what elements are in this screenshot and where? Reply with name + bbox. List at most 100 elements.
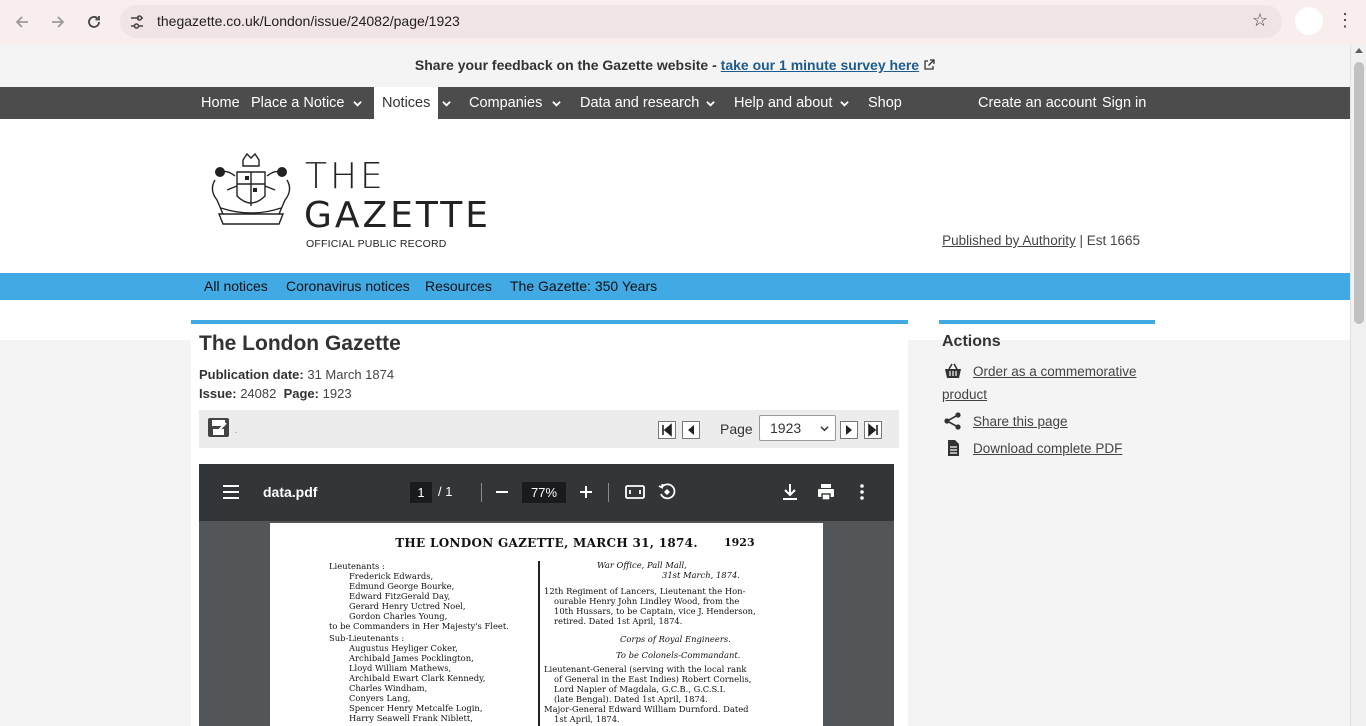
actions-heading: Actions (942, 333, 1001, 350)
gazette-text-line: Augustus Heyliger Coker, (349, 643, 458, 653)
download-pdf-link[interactable]: Download complete PDF (973, 441, 1122, 456)
subnav-resources[interactable]: Resources (425, 273, 492, 300)
gazette-text-line: Archibald Ewart Clark Kennedy, (349, 673, 486, 683)
print-icon[interactable] (815, 481, 837, 503)
scrollbar-thumb[interactable] (1354, 62, 1364, 324)
actions-panel: Actions Order as a commemorative product… (939, 320, 1155, 726)
page-select-value: 1923 (770, 420, 802, 436)
chevron-down-icon[interactable] (706, 99, 715, 108)
pdf-page-input[interactable]: 1 (410, 482, 432, 503)
back-icon[interactable] (8, 8, 36, 36)
last-page-button[interactable] (864, 421, 882, 439)
gazette-text-line: of General in the East Indies) Robert Co… (554, 674, 752, 684)
save-notice-icon[interactable] (207, 417, 231, 439)
issue-value: 24082 (240, 386, 277, 401)
create-account-link[interactable]: Create an account (978, 87, 1097, 119)
share-page-link[interactable]: Share this page (973, 414, 1068, 429)
more-options-icon[interactable] (851, 481, 873, 503)
first-page-button[interactable] (658, 421, 676, 439)
logo-text-the: THE (305, 156, 386, 197)
bookmark-star-icon[interactable]: ☆ (1252, 10, 1268, 31)
page-select[interactable]: 1923 (759, 415, 836, 441)
share-icon (944, 412, 961, 430)
gazette-text-line: Gerard Henry Uctred Noel, (349, 601, 466, 611)
chevron-down-icon[interactable] (442, 99, 451, 108)
masthead: THE GAZETTE OFFICIAL PUBLIC RECORD Publi… (0, 119, 1350, 273)
chevron-down-icon[interactable] (552, 99, 561, 108)
fit-to-page-icon[interactable] (624, 481, 646, 503)
zoom-in-icon[interactable] (575, 481, 597, 503)
logo-subtitle: OFFICIAL PUBLIC RECORD (306, 238, 447, 250)
rotate-icon[interactable] (656, 481, 678, 503)
browser-menu-icon[interactable]: ⋮ (1336, 10, 1354, 31)
profile-avatar[interactable] (1295, 7, 1323, 35)
nav-companies[interactable]: Companies (469, 87, 542, 119)
next-page-button[interactable] (840, 421, 858, 439)
site-settings-icon[interactable] (128, 13, 146, 31)
sign-in-link[interactable]: Sign in (1102, 87, 1146, 119)
publication-date: Publication date: 31 March 1874 (199, 367, 394, 382)
pdf-zoom-input[interactable]: 77% (522, 482, 566, 503)
gazette-text-line: 12th Regiment of Lancers, Lieutenant the… (544, 586, 746, 596)
chevron-down-icon[interactable] (353, 99, 362, 108)
survey-link[interactable]: take our 1 minute survey here (721, 57, 919, 73)
gazette-text-line: 10th Hussars, to be Captain, vice J. Hen… (554, 606, 756, 616)
gazette-text-line: ourable Henry John Lindley Wood, from th… (554, 596, 740, 606)
publication-date-value: 31 March 1874 (307, 367, 395, 382)
reload-icon[interactable] (80, 8, 108, 36)
gazette-text-line: Gordon Charles Young, (349, 611, 448, 621)
nav-home[interactable]: Home (201, 87, 240, 119)
subnav-coronavirus-notices[interactable]: Coronavirus notices (286, 273, 410, 300)
previous-page-button[interactable] (682, 421, 700, 439)
gazette-text-line: War Office, Pall Mall, (597, 560, 687, 570)
gazette-text-line: Frederick Edwards, (349, 571, 434, 581)
page-title: The London Gazette (199, 332, 401, 355)
gazette-text-line: Archibald James Pocklington, (349, 653, 474, 663)
pdf-filename: data.pdf (263, 484, 318, 500)
nav-shop[interactable]: Shop (868, 87, 902, 119)
published-by-authority-link[interactable]: Published by Authority (942, 233, 1076, 248)
scroll-up-arrow-icon[interactable] (1355, 48, 1363, 53)
notice-panel: The London Gazette Publication date: 31 … (191, 320, 908, 726)
gazette-text-line: Lord Napier of Magdala, G.C.B., G.C.S.I. (554, 684, 726, 694)
gazette-text-line: Edward FitzGerald Day, (349, 591, 451, 601)
nav-place-a-notice[interactable]: Place a Notice (251, 87, 345, 119)
order-commemorative-link-continued[interactable]: product (942, 387, 987, 402)
external-link-icon (924, 59, 935, 70)
gazette-text-line: Lloyd William Mathews, (349, 663, 452, 673)
subnav-350-years[interactable]: The Gazette: 350 Years (510, 273, 657, 300)
subnav-all-notices[interactable]: All notices (204, 273, 268, 300)
gazette-page-number: 1923 (724, 536, 755, 549)
pdf-viewer[interactable]: data.pdf 1 / 1 77% THE LONDON GAZETTE, M… (199, 464, 894, 726)
gazette-text-line: (late Bengal). Dated 1st April, 1874. (554, 694, 708, 704)
toolbar-divider (608, 483, 609, 502)
chevron-down-icon[interactable] (840, 99, 849, 108)
royal-coat-of-arms-logo[interactable] (205, 150, 297, 234)
main-navigation: Home Place a Notice Notices Companies Da… (0, 87, 1350, 119)
browser-toolbar: thegazette.co.uk/London/issue/24082/page… (0, 0, 1366, 44)
web-page: Share your feedback on the Gazette websi… (0, 44, 1350, 726)
page-scrollbar[interactable] (1350, 44, 1366, 726)
gazette-text-line: 1st April, 1874. (554, 714, 620, 724)
nav-data-and-research[interactable]: Data and research (580, 87, 699, 119)
zoom-out-icon[interactable] (491, 481, 513, 503)
pdf-page-image: THE LONDON GAZETTE, MARCH 31, 1874. 1923… (270, 523, 823, 726)
menu-icon[interactable] (223, 485, 239, 499)
published-by-authority: Published by Authority | Est 1665 (942, 233, 1140, 248)
address-bar[interactable]: thegazette.co.uk/London/issue/24082/page… (120, 5, 1282, 38)
page-label: Page: (283, 386, 319, 401)
forward-icon[interactable] (44, 8, 72, 36)
gazette-text-line: Edmund George Bourke, (349, 581, 455, 591)
download-icon[interactable] (779, 481, 801, 503)
page-value: 1923 (322, 386, 352, 401)
page-navigator: . Page 1923 (199, 410, 899, 448)
order-commemorative-link[interactable]: Order as a commemorative (973, 364, 1137, 379)
gazette-text-line: Charles Windham, (349, 683, 428, 693)
gazette-text-line: Corps of Royal Engineers. (620, 634, 731, 644)
established-text: | Est 1665 (1075, 233, 1140, 248)
nav-notices[interactable]: Notices (374, 87, 439, 119)
basket-icon (945, 363, 961, 378)
url-text: thegazette.co.uk/London/issue/24082/page… (157, 13, 460, 29)
nav-help-and-about[interactable]: Help and about (734, 87, 832, 119)
issue-label: Issue: (199, 386, 237, 401)
